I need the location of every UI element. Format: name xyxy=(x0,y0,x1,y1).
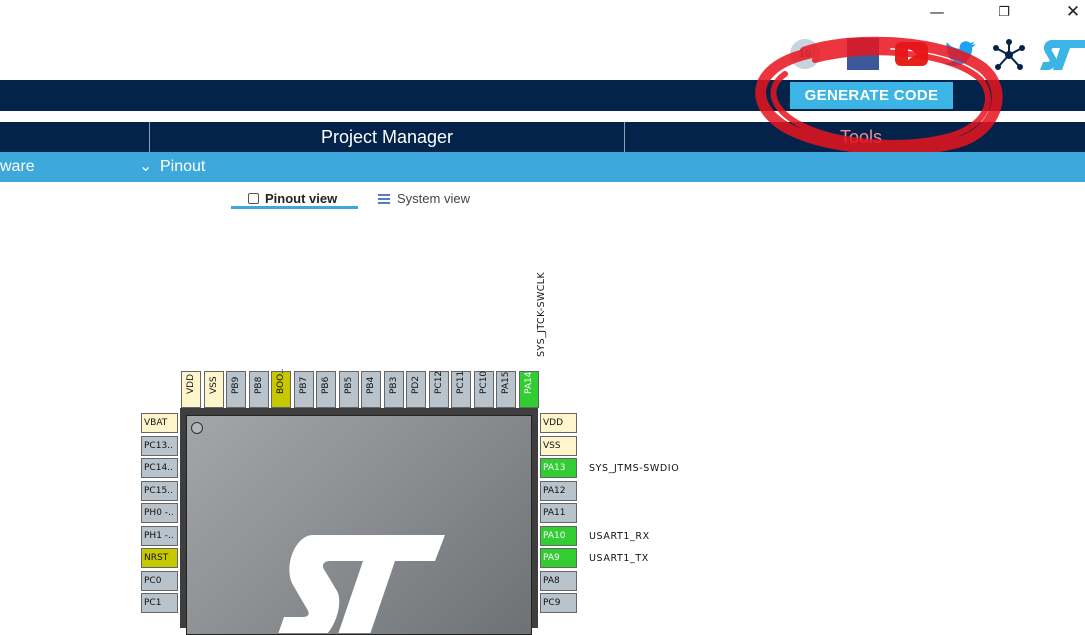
pin-left[interactable]: PC13.. xyxy=(141,435,178,456)
pin-top[interactable]: PB9 xyxy=(226,371,246,408)
pin-label: PC12 xyxy=(433,370,444,394)
pinout-menu[interactable]: Pinout xyxy=(160,158,205,176)
pin-top[interactable]: PA15 xyxy=(496,371,516,408)
pin-top[interactable]: BOO.. xyxy=(271,368,291,408)
grid-icon xyxy=(378,192,390,204)
pin-top[interactable]: PC12 xyxy=(428,370,449,408)
restore-button[interactable]: ❐ xyxy=(984,0,1024,24)
pin-top[interactable]: PA14 xyxy=(518,371,539,408)
pin-top[interactable]: VSS xyxy=(203,371,224,408)
chevron-down-icon: ⌄ xyxy=(139,156,153,175)
pin-label: VSS xyxy=(208,376,219,394)
pin-top[interactable]: PD2 xyxy=(406,371,426,408)
pin-left[interactable]: PC15.. xyxy=(141,480,178,501)
pin-top[interactable]: PB7 xyxy=(293,371,314,408)
close-icon: ✕ xyxy=(1065,2,1081,22)
restore-icon: ❐ xyxy=(998,4,1010,20)
pin-left[interactable]: NRST xyxy=(141,548,178,568)
pin-left[interactable]: VBAT xyxy=(141,413,178,433)
annotation-circle xyxy=(755,36,1003,156)
pin-label: PB9 xyxy=(231,376,241,394)
pin-label: VDD xyxy=(186,373,196,394)
pin-right[interactable]: VSS xyxy=(540,435,577,456)
software-packs-menu[interactable]: ware xyxy=(0,158,35,176)
pin-left[interactable]: PC0 xyxy=(141,570,178,591)
pin-right[interactable]: PA9 xyxy=(540,548,577,568)
pin-label: PB4 xyxy=(366,376,376,394)
pin-right[interactable]: PA10 xyxy=(540,525,577,546)
pin-top[interactable]: PB6 xyxy=(316,371,336,408)
st-chip-logo xyxy=(278,535,445,633)
pin-label: PB6 xyxy=(321,376,331,394)
pin-label: PB5 xyxy=(343,376,354,394)
pin-left[interactable]: PH1 -.. xyxy=(141,525,178,546)
pin-top[interactable]: PC11 xyxy=(451,371,471,408)
system-view-label: System view xyxy=(397,190,470,206)
signal-label-pa13: SYS_JTMS-SWDIO xyxy=(589,463,680,474)
pin-label: PA14 xyxy=(523,371,534,394)
pin-label: PC10 xyxy=(478,370,489,394)
signal-label-pa10: USART1_RX xyxy=(589,531,650,542)
pin-label: PB8 xyxy=(253,376,264,394)
pin-label: PC11 xyxy=(456,370,466,394)
pin-top[interactable]: PC10 xyxy=(473,370,494,408)
pinout-subbar: ware ⌄ Pinout xyxy=(0,152,1085,182)
pin-right[interactable]: PA13 xyxy=(540,458,577,478)
pin-left[interactable]: PC1 xyxy=(141,593,178,613)
signal-label-pa9: USART1_TX xyxy=(589,553,649,564)
tab-project-manager[interactable]: Project Manager xyxy=(150,122,624,152)
pinout-view-underline xyxy=(231,206,358,209)
pin-label: PD2 xyxy=(411,375,421,394)
pin-top[interactable]: PB3 xyxy=(383,371,404,408)
pin1-marker xyxy=(191,422,203,434)
tab-system-view[interactable]: System view xyxy=(378,187,470,209)
pin-left[interactable]: PH0 -.. xyxy=(141,503,178,523)
signal-label-pa14: SYS_JTCK-SWCLK xyxy=(536,271,547,357)
st-logo[interactable] xyxy=(1040,38,1085,77)
pin-left[interactable]: PC14.. xyxy=(141,458,178,478)
pin-label: PA15 xyxy=(501,371,511,394)
close-button[interactable]: ✕ xyxy=(1053,0,1085,24)
pin-top[interactable]: PB8 xyxy=(248,371,269,408)
chip-icon xyxy=(248,192,259,204)
pin-right[interactable]: PC9 xyxy=(540,593,577,613)
pin-label: BOO.. xyxy=(276,368,286,394)
minimize-button[interactable]: — xyxy=(917,0,957,24)
mcu-package xyxy=(180,408,538,635)
pin-label: PB3 xyxy=(388,376,399,394)
minimize-icon: — xyxy=(929,3,945,21)
pin-right[interactable]: PA8 xyxy=(540,570,577,591)
pin-right[interactable]: PA11 xyxy=(540,503,577,523)
pinout-view-label: Pinout view xyxy=(265,190,338,206)
pin-right[interactable]: VDD xyxy=(540,413,577,433)
pin-top[interactable]: VDD xyxy=(181,371,201,408)
pin-right[interactable]: PA12 xyxy=(540,480,577,501)
pin-label: PB7 xyxy=(298,376,309,394)
pin-top[interactable]: PB4 xyxy=(361,371,381,408)
pin-top[interactable]: PB5 xyxy=(338,371,359,408)
